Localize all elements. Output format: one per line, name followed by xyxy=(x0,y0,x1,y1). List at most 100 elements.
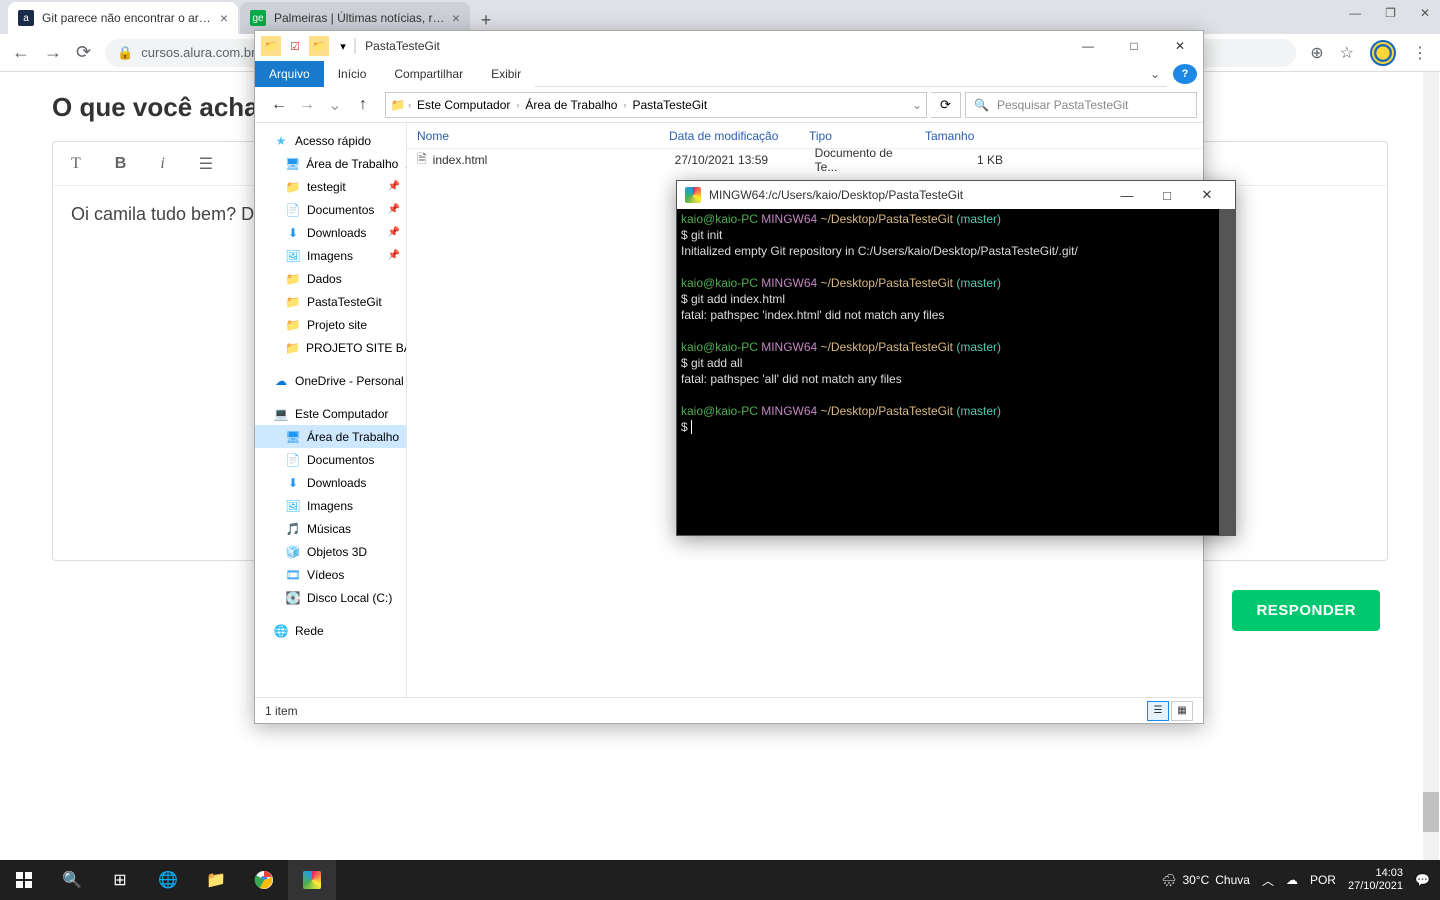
explorer-tree[interactable]: ★Acesso rápido 🖥Área de Trabalho📌 📁teste… xyxy=(255,123,407,697)
tab-inicio[interactable]: Início xyxy=(324,61,381,87)
tree-quick-access[interactable]: ★Acesso rápido xyxy=(255,129,406,152)
file-row[interactable]: 🗎 index.html 27/10/2021 13:59 Documento … xyxy=(407,149,1203,171)
tree-disk-c[interactable]: 💽Disco Local (C:) xyxy=(255,586,406,609)
maximize-icon[interactable]: □ xyxy=(1111,31,1157,61)
tree-testegit[interactable]: 📁testegit📌 xyxy=(255,175,406,198)
italic-icon[interactable]: i xyxy=(160,155,164,173)
terminal-titlebar[interactable]: MINGW64:/c/Users/kaio/Desktop/PastaTeste… xyxy=(677,181,1235,209)
tree-desktop[interactable]: 🖥Área de Trabalho📌 xyxy=(255,152,406,175)
recent-icon[interactable]: ⌄ xyxy=(323,93,347,117)
ribbon-expand-icon[interactable]: ⌄ xyxy=(1143,61,1167,87)
breadcrumb[interactable]: 📁 › Este Computador › Área de Trabalho ›… xyxy=(385,92,927,118)
col-type[interactable]: Tipo xyxy=(799,129,915,143)
tab-arquivo[interactable]: Arquivo xyxy=(255,61,324,87)
tree-videos[interactable]: 🎞Vídeos xyxy=(255,563,406,586)
tree-this-pc[interactable]: 💻Este Computador xyxy=(255,402,406,425)
explorer-icon[interactable]: 📁 xyxy=(192,860,240,900)
tree-downloads[interactable]: ⬇Downloads📌 xyxy=(255,221,406,244)
bold-icon[interactable]: B xyxy=(115,155,127,173)
zoom-icon[interactable]: ⊕ xyxy=(1310,43,1323,63)
chrome-tab-active[interactable]: a Git parece não encontrar o arqui × xyxy=(8,2,238,34)
start-button[interactable] xyxy=(0,860,48,900)
maximize-icon[interactable]: ❐ xyxy=(1385,6,1396,20)
col-date[interactable]: Data de modificação xyxy=(659,129,799,143)
weather-widget[interactable]: 🌧 30°C Chuva xyxy=(1161,873,1250,887)
tree-onedrive[interactable]: ☁OneDrive - Personal xyxy=(255,369,406,392)
notifications-icon[interactable]: 💬 xyxy=(1415,873,1430,887)
tree-pastatestegit[interactable]: 📁PastaTesteGit xyxy=(255,290,406,313)
tree-music[interactable]: 🎵Músicas xyxy=(255,517,406,540)
tree-projeto-site-barb[interactable]: 📁PROJETO SITE BARB xyxy=(255,336,406,359)
tray-chevron-icon[interactable]: ︿ xyxy=(1262,872,1274,889)
quickaccess-icon[interactable]: ☑ xyxy=(285,36,305,56)
reload-icon[interactable]: ⟳ xyxy=(76,42,91,63)
back-icon[interactable]: ← xyxy=(12,42,30,63)
page-scrollbar[interactable] xyxy=(1423,72,1439,862)
ge-favicon: ge xyxy=(250,10,266,26)
tree-documents-pc[interactable]: 📄Documentos xyxy=(255,448,406,471)
list-icon[interactable]: ☰ xyxy=(199,154,213,174)
git-bash-window: MINGW64:/c/Users/kaio/Desktop/PastaTeste… xyxy=(676,180,1236,536)
close-icon[interactable]: ✕ xyxy=(1157,31,1203,61)
scrollbar-thumb[interactable] xyxy=(1423,792,1439,832)
minimize-icon[interactable]: — xyxy=(1107,181,1147,209)
scrollbar-thumb[interactable] xyxy=(1219,209,1235,535)
clock[interactable]: 14:03 27/10/2021 xyxy=(1348,867,1403,893)
terminal-scrollbar[interactable] xyxy=(1219,209,1235,535)
tree-images-pc[interactable]: 🖼Imagens xyxy=(255,494,406,517)
tree-network[interactable]: 🌐Rede xyxy=(255,619,406,642)
col-name[interactable]: Nome xyxy=(407,129,659,143)
minimize-icon[interactable]: — xyxy=(1349,6,1361,20)
menu-icon[interactable]: ⋮ xyxy=(1412,43,1428,63)
tree-documents[interactable]: 📄Documentos📌 xyxy=(255,198,406,221)
chrome-icon[interactable] xyxy=(240,860,288,900)
forward-icon[interactable]: → xyxy=(44,42,62,63)
close-icon[interactable]: × xyxy=(220,10,228,26)
tab-exibir[interactable]: Exibir xyxy=(477,61,535,87)
tree-dados[interactable]: 📁Dados xyxy=(255,267,406,290)
col-size[interactable]: Tamanho xyxy=(915,129,1203,143)
documents-icon: 📄 xyxy=(285,452,301,468)
help-icon[interactable]: ? xyxy=(1173,64,1197,84)
chevron-right-icon[interactable]: › xyxy=(623,100,626,110)
task-view-icon[interactable]: ⊞ xyxy=(96,860,144,900)
refresh-icon[interactable]: ⟳ xyxy=(931,92,961,118)
close-icon[interactable]: ✕ xyxy=(1187,181,1227,209)
back-icon[interactable]: ← xyxy=(267,93,291,117)
folder-icon: 📁 xyxy=(285,271,301,287)
details-view-icon[interactable]: ☰ xyxy=(1147,701,1169,721)
close-icon[interactable]: × xyxy=(452,10,460,26)
dropdown-icon[interactable]: ▾ xyxy=(333,36,353,56)
tree-downloads-pc[interactable]: ⬇Downloads xyxy=(255,471,406,494)
tree-3d[interactable]: 🧊Objetos 3D xyxy=(255,540,406,563)
text-style-icon[interactable]: T xyxy=(71,155,81,173)
git-bash-icon[interactable] xyxy=(288,860,336,900)
chevron-right-icon[interactable]: › xyxy=(516,100,519,110)
crumb-desktop[interactable]: Área de Trabalho xyxy=(521,98,621,112)
star-icon[interactable]: ☆ xyxy=(1340,43,1354,63)
crumb-pc[interactable]: Este Computador xyxy=(413,98,514,112)
edge-icon[interactable]: 🌐 xyxy=(144,860,192,900)
tree-projeto-site[interactable]: 📁Projeto site xyxy=(255,313,406,336)
windows-taskbar: 🔍 ⊞ 🌐 📁 🌧 30°C Chuva ︿ ☁ POR 14:03 27/10… xyxy=(0,860,1440,900)
chevron-right-icon[interactable]: › xyxy=(408,100,411,110)
icons-view-icon[interactable]: ▦ xyxy=(1171,701,1193,721)
up-icon[interactable]: ↑ xyxy=(351,93,375,117)
language-indicator[interactable]: POR xyxy=(1310,873,1336,887)
dropdown-icon[interactable]: ⌄ xyxy=(912,98,922,112)
tab-compartilhar[interactable]: Compartilhar xyxy=(380,61,477,87)
minimize-icon[interactable]: — xyxy=(1065,31,1111,61)
profile-avatar[interactable] xyxy=(1370,40,1396,66)
explorer-search[interactable]: 🔍 Pesquisar PastaTesteGit xyxy=(965,92,1197,118)
responder-button[interactable]: RESPONDER xyxy=(1232,590,1380,631)
explorer-titlebar[interactable]: 📁 ☑ 📁 ▾ | PastaTesteGit — □ ✕ xyxy=(255,31,1203,61)
terminal-body[interactable]: kaio@kaio-PC MINGW64 ~/Desktop/PastaTest… xyxy=(677,209,1235,535)
crumb-folder[interactable]: PastaTesteGit xyxy=(628,98,711,112)
tree-desktop-pc[interactable]: 🖥Área de Trabalho xyxy=(255,425,406,448)
maximize-icon[interactable]: □ xyxy=(1147,181,1187,209)
file-icon: 🗎 xyxy=(417,150,427,171)
close-icon[interactable]: ✕ xyxy=(1420,6,1430,20)
search-icon[interactable]: 🔍 xyxy=(48,860,96,900)
tree-images[interactable]: 🖼Imagens📌 xyxy=(255,244,406,267)
onedrive-tray-icon[interactable]: ☁ xyxy=(1286,873,1298,887)
